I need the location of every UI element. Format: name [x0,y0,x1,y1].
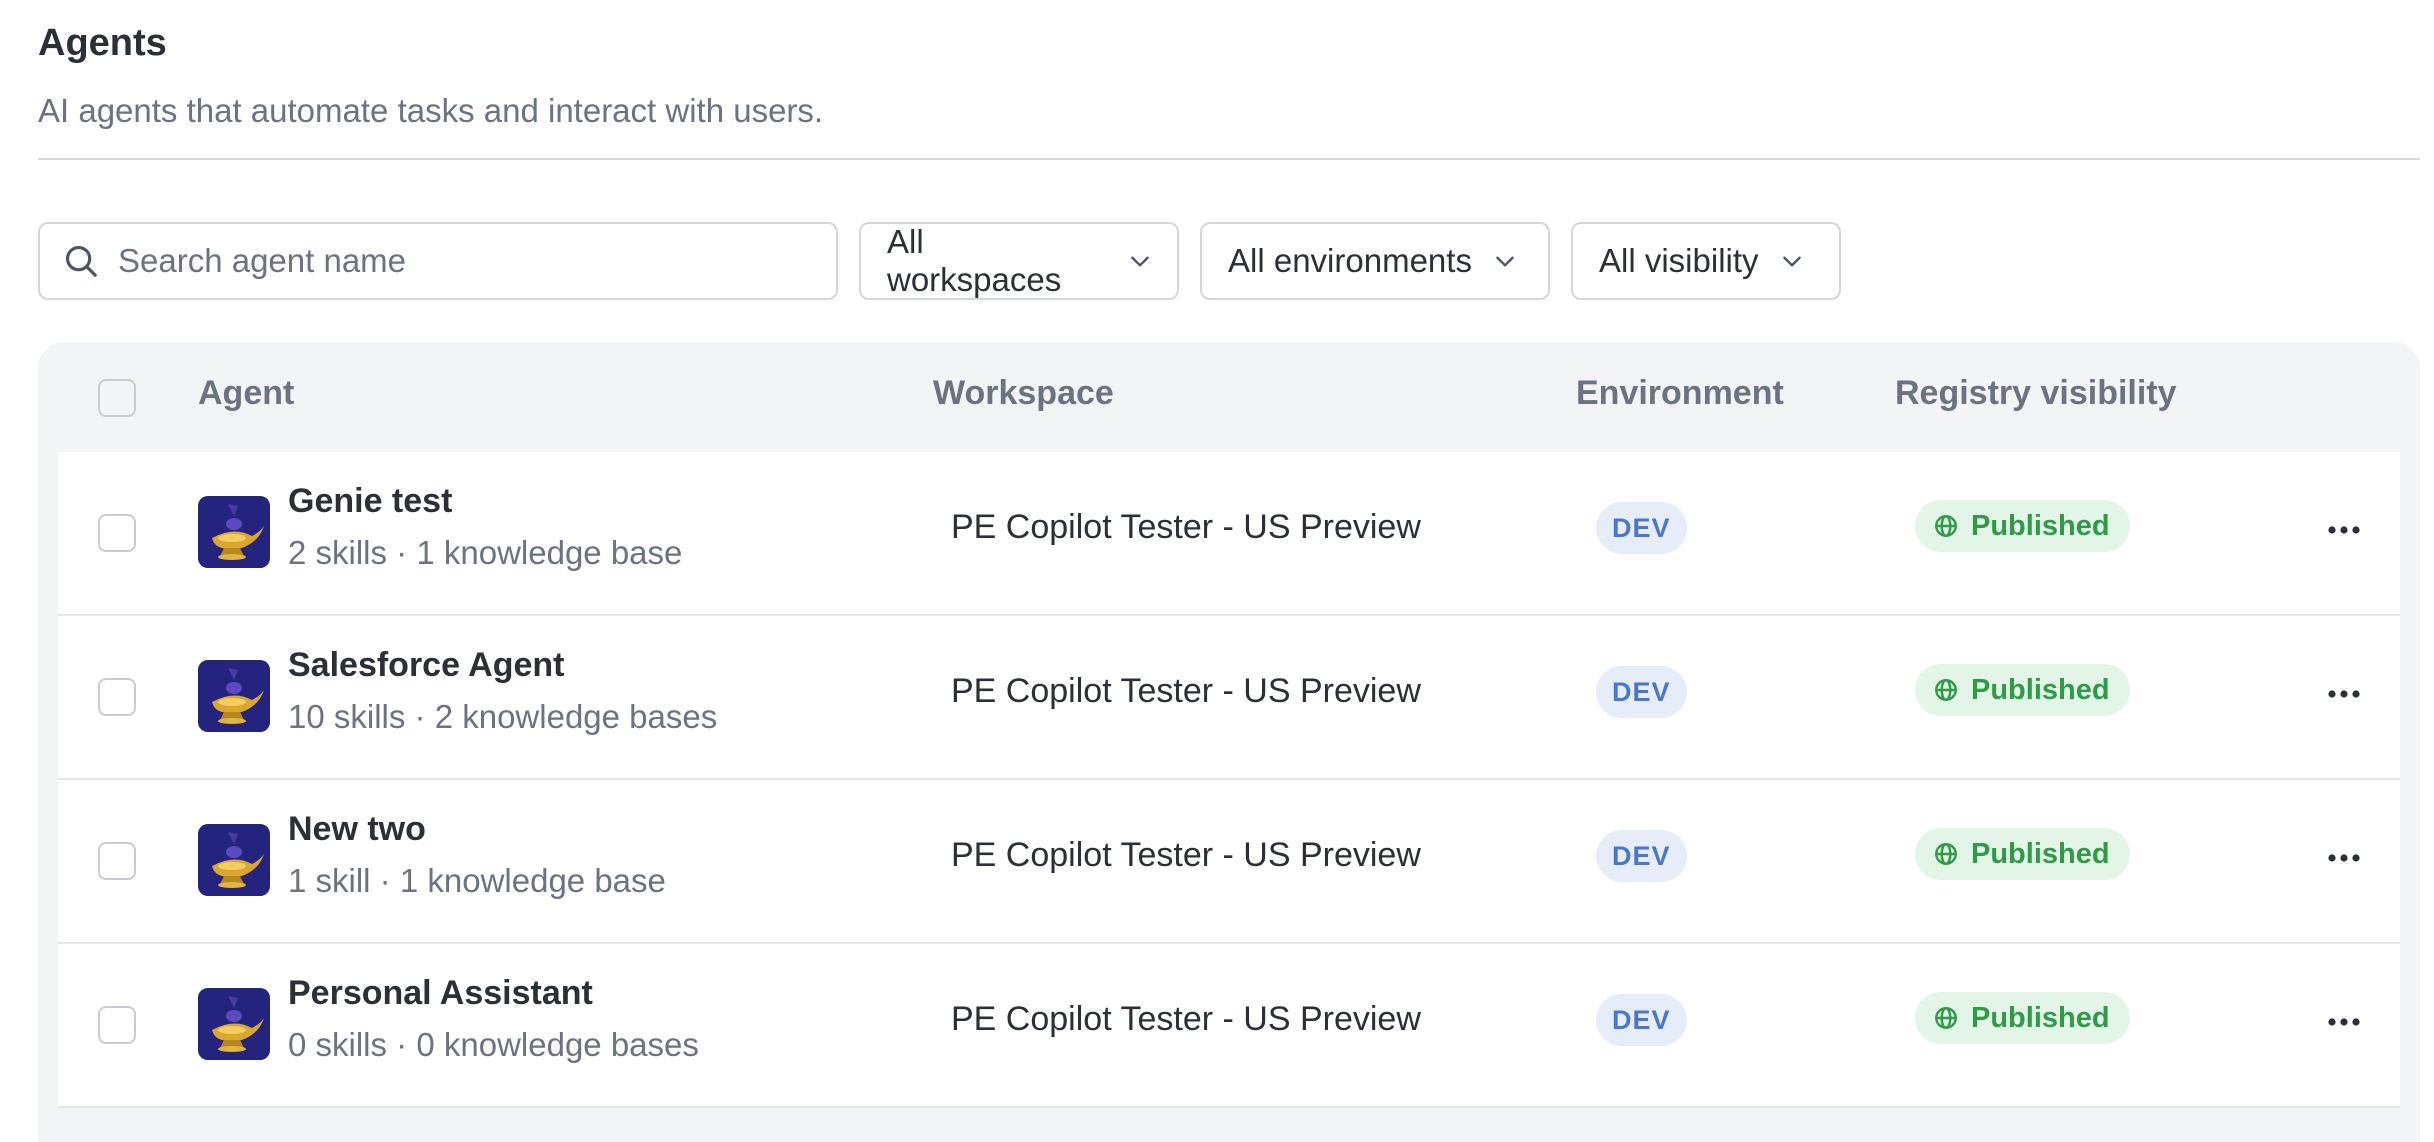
table-row[interactable]: Salesforce Agent 10 skills · 2 knowledge… [58,616,2400,780]
visibility-badge: Published [1915,664,2130,716]
search-icon [65,245,97,277]
chevron-down-icon [1782,256,1801,267]
workspace-filter-dropdown[interactable]: All workspaces [859,222,1179,300]
row-actions-button[interactable] [2320,510,2368,550]
environment-badge: DEV [1596,502,1687,554]
agent-avatar [198,988,270,1060]
visibility-label: Published [1971,509,2110,542]
column-header-environment[interactable]: Environment [1576,374,1784,413]
visibility-filter-dropdown[interactable]: All visibility [1571,222,1841,300]
agents-table: Agent Workspace Environment Registry vis… [38,342,2420,1142]
environment-badge: DEV [1596,994,1687,1046]
visibility-label: Published [1971,1001,2110,1034]
chevron-down-icon [1131,256,1149,267]
genie-lamp-icon [198,988,270,1060]
visibility-label: Published [1971,673,2110,706]
visibility-label: Published [1971,837,2110,870]
row-actions-button[interactable] [2320,1002,2368,1042]
column-header-workspace[interactable]: Workspace [933,374,1114,413]
more-horizontal-icon [2328,1018,2360,1026]
table-header: Agent Workspace Environment Registry vis… [38,342,2420,452]
row-checkbox[interactable] [98,514,136,552]
page-subtitle: AI agents that automate tasks and intera… [38,92,824,129]
table-row[interactable]: New two 1 skill · 1 knowledge base PE Co… [58,780,2400,944]
search-input[interactable] [116,241,820,281]
agent-avatar [198,824,270,896]
row-checkbox[interactable] [98,842,136,880]
chevron-down-icon [1496,256,1514,267]
row-checkbox[interactable] [98,1006,136,1044]
environment-filter-label: All environments [1228,242,1472,279]
more-horizontal-icon [2328,690,2360,698]
agent-name[interactable]: Salesforce Agent [288,646,565,685]
genie-lamp-icon [198,824,270,896]
genie-lamp-icon [198,496,270,568]
agent-meta: 2 skills · 1 knowledge base [288,534,683,571]
agent-meta: 1 skill · 1 knowledge base [288,862,666,899]
workspace-cell: PE Copilot Tester - US Preview [951,836,1421,874]
column-header-agent[interactable]: Agent [198,374,294,413]
column-header-registry-visibility[interactable]: Registry visibility [1895,374,2177,413]
globe-icon [1935,1007,1957,1029]
more-horizontal-icon [2328,854,2360,862]
workspace-cell: PE Copilot Tester - US Preview [951,508,1421,546]
row-actions-button[interactable] [2320,674,2368,714]
visibility-badge: Published [1915,828,2130,880]
visibility-badge: Published [1915,500,2130,552]
agents-page: Agents AI agents that automate tasks and… [0,0,2434,1142]
globe-icon [1935,843,1957,865]
agent-meta: 0 skills · 0 knowledge bases [288,1026,699,1063]
workspace-filter-label: All workspaces [887,223,1062,298]
row-actions-button[interactable] [2320,838,2368,878]
table-row[interactable]: Genie test 2 skills · 1 knowledge base P… [58,452,2400,616]
agent-name[interactable]: New two [288,810,426,849]
visibility-filter-label: All visibility [1599,242,1759,279]
visibility-badge: Published [1915,992,2130,1044]
select-all-checkbox[interactable] [98,379,136,417]
more-horizontal-icon [2328,526,2360,534]
agent-name[interactable]: Genie test [288,482,452,521]
globe-icon [1935,679,1957,701]
genie-lamp-icon [198,660,270,732]
globe-icon [1935,515,1957,537]
workspace-cell: PE Copilot Tester - US Preview [951,672,1421,710]
table-row[interactable]: Personal Assistant 0 skills · 0 knowledg… [58,944,2400,1108]
environment-filter-dropdown[interactable]: All environments [1200,222,1550,300]
agent-avatar [198,660,270,732]
page-title: Agents [38,22,167,64]
row-checkbox[interactable] [98,678,136,716]
agent-avatar [198,496,270,568]
search-box[interactable] [38,222,838,300]
environment-badge: DEV [1596,830,1687,882]
workspace-cell: PE Copilot Tester - US Preview [951,1000,1421,1038]
agent-name[interactable]: Personal Assistant [288,974,593,1013]
environment-badge: DEV [1596,666,1687,718]
header-divider [38,158,2420,160]
agent-meta: 10 skills · 2 knowledge bases [288,698,718,735]
